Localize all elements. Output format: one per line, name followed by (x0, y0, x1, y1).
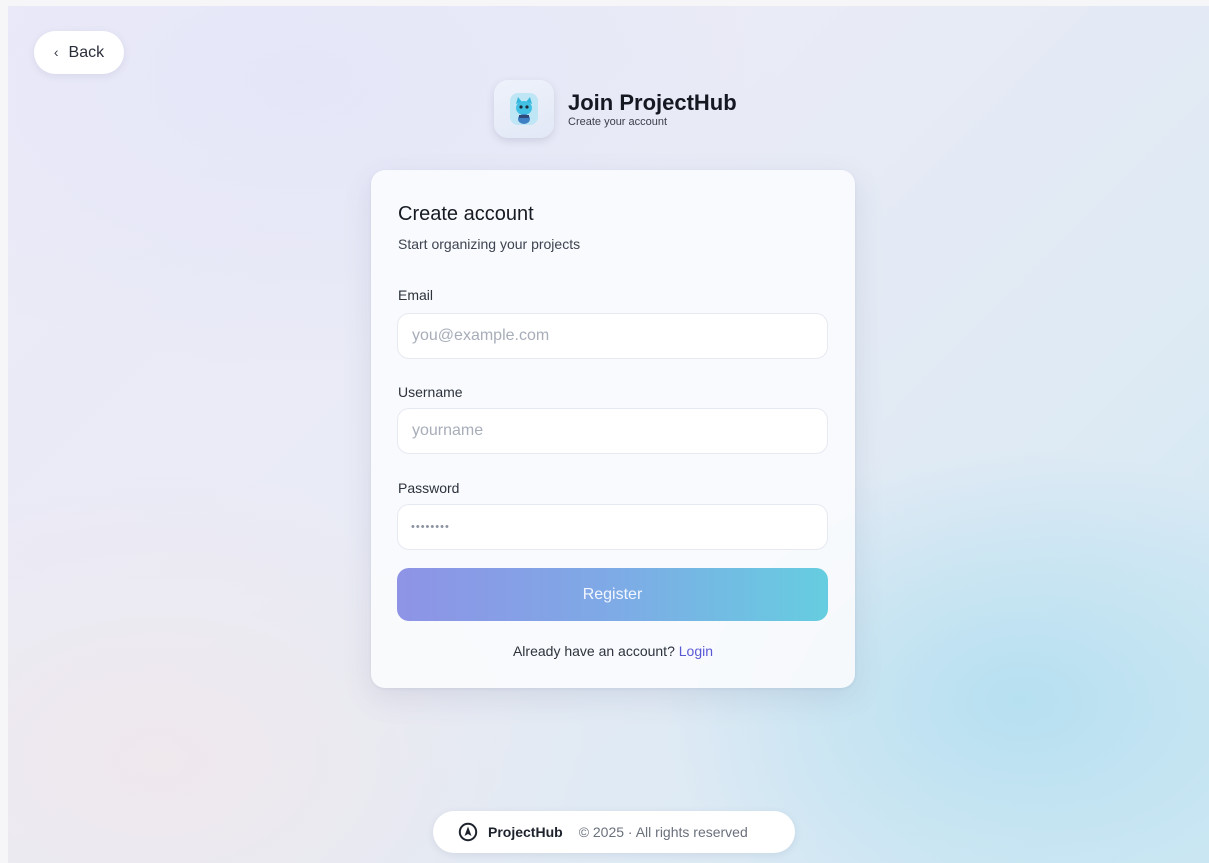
page-subtitle: Create your account (568, 115, 668, 128)
register-card: Create account Start organizing your pro… (371, 170, 855, 688)
logo (494, 80, 554, 138)
username-label: Username (398, 384, 463, 400)
brand-header: Join ProjectHub Create your account (494, 79, 737, 139)
compass-icon (458, 822, 478, 842)
password-field[interactable] (397, 504, 828, 550)
login-prompt: Already have an account? (512, 643, 675, 659)
card-subtitle: Start organizing your projects (398, 236, 581, 252)
login-link[interactable]: Login (679, 643, 713, 659)
login-prompt-line: Already have an account? Login (371, 643, 855, 659)
footer-brand: ProjectHub (488, 824, 563, 840)
email-label: Email (398, 287, 434, 303)
footer: ProjectHub © 2025 · All rights reserved (433, 811, 795, 853)
footer-copyright: © 2025 · All rights reserved (578, 824, 748, 840)
password-label: Password (398, 480, 460, 496)
cat-mascot-icon (510, 93, 538, 125)
username-field[interactable] (397, 408, 828, 454)
chevron-left-icon: ‹ (53, 43, 59, 60)
back-button[interactable]: ‹ Back (34, 31, 124, 74)
page-title: Join ProjectHub (568, 89, 737, 115)
register-button[interactable]: Register (397, 568, 828, 621)
email-field[interactable] (397, 313, 828, 359)
card-title: Create account (398, 203, 534, 225)
back-label: Back (68, 43, 105, 61)
